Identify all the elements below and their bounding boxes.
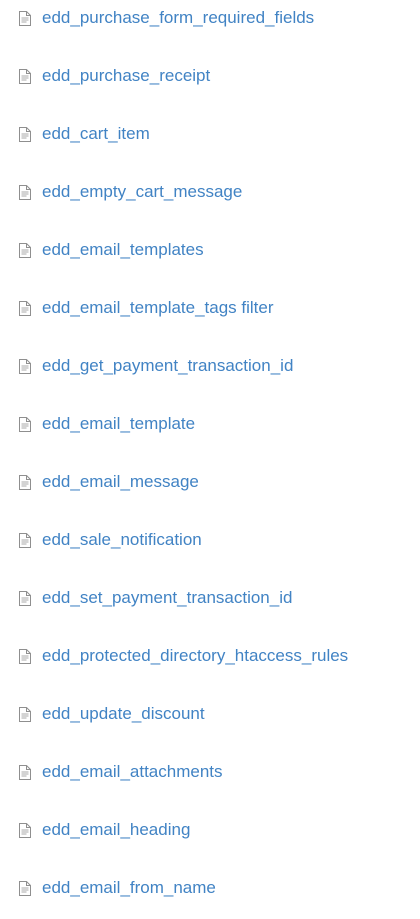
list-item[interactable]: edd_cart_item [18,122,150,146]
document-file-icon [18,242,31,258]
list-item[interactable]: edd_email_template_tags filter [18,296,274,320]
file-link[interactable]: edd_protected_directory_htaccess_rules [42,644,348,668]
document-file-icon [18,590,31,606]
file-link[interactable]: edd_email_heading [42,818,190,842]
file-link[interactable]: edd_purchase_receipt [42,64,210,88]
file-link[interactable]: edd_email_templates [42,238,204,262]
document-file-icon [18,10,31,26]
file-link[interactable]: edd_email_message [42,470,199,494]
document-file-icon [18,416,31,432]
document-file-icon [18,474,31,490]
list-item[interactable]: edd_protected_directory_htaccess_rules [18,644,348,668]
document-file-icon [18,764,31,780]
document-file-icon [18,822,31,838]
document-file-icon [18,648,31,664]
document-file-icon [18,126,31,142]
file-link[interactable]: edd_email_template [42,412,195,436]
file-link[interactable]: edd_set_payment_transaction_id [42,586,292,610]
file-link[interactable]: edd_email_from_name [42,876,216,900]
document-file-icon [18,706,31,722]
file-link[interactable]: edd_update_discount [42,702,205,726]
file-link[interactable]: edd_sale_notification [42,528,202,552]
list-item[interactable]: edd_purchase_form_required_fields [18,6,314,30]
file-link[interactable]: edd_cart_item [42,122,150,146]
document-file-icon [18,68,31,84]
file-link[interactable]: edd_email_attachments [42,760,223,784]
list-item[interactable]: edd_sale_notification [18,528,202,552]
file-link[interactable]: edd_purchase_form_required_fields [42,6,314,30]
document-file-icon [18,532,31,548]
list-item[interactable]: edd_email_heading [18,818,190,842]
list-item[interactable]: edd_email_from_name [18,876,216,900]
list-item[interactable]: edd_email_template [18,412,195,436]
list-item[interactable]: edd_get_payment_transaction_id [18,354,293,378]
list-item[interactable]: edd_purchase_receipt [18,64,210,88]
document-file-icon [18,300,31,316]
list-item[interactable]: edd_update_discount [18,702,205,726]
document-file-icon [18,358,31,374]
list-item[interactable]: edd_empty_cart_message [18,180,242,204]
list-item[interactable]: edd_email_message [18,470,199,494]
list-item[interactable]: edd_set_payment_transaction_id [18,586,292,610]
document-file-icon [18,880,31,896]
file-link[interactable]: edd_email_template_tags filter [42,296,274,320]
list-item[interactable]: edd_email_attachments [18,760,223,784]
file-link[interactable]: edd_empty_cart_message [42,180,242,204]
file-link[interactable]: edd_get_payment_transaction_id [42,354,293,378]
document-file-icon [18,184,31,200]
list-item[interactable]: edd_email_templates [18,238,204,262]
